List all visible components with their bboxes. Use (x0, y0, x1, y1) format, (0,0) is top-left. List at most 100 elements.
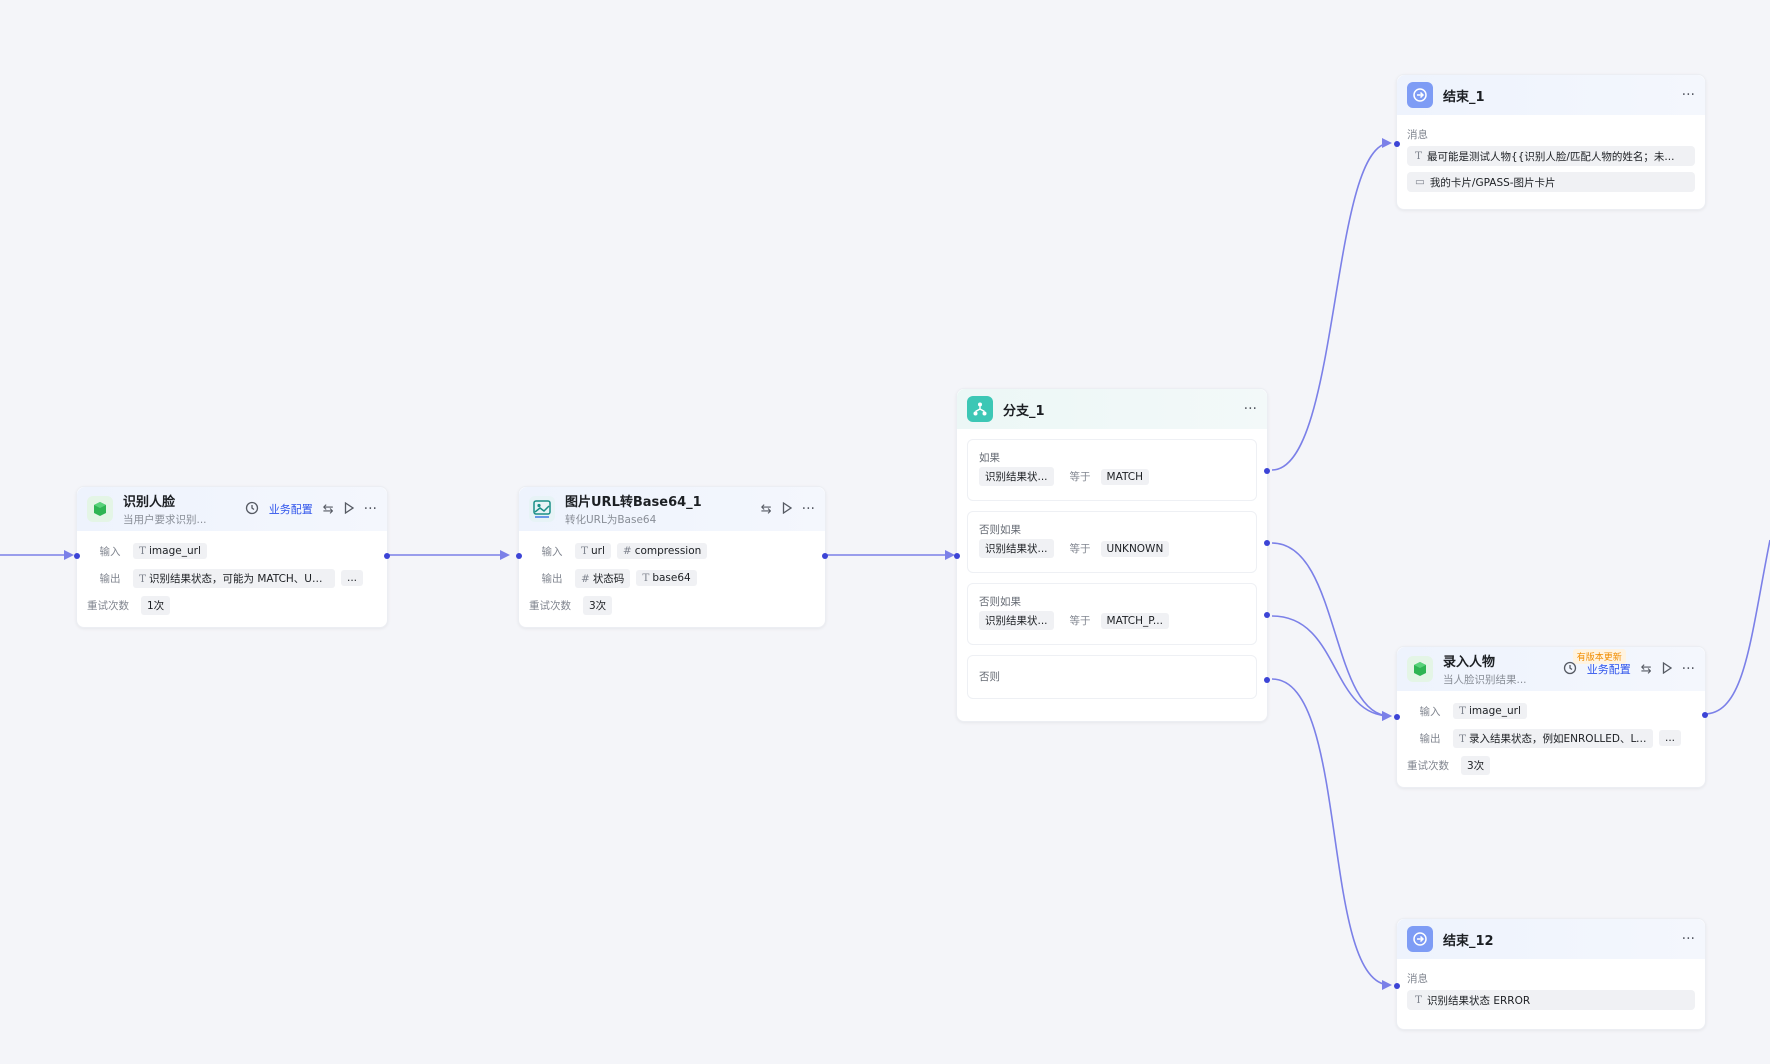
play-icon[interactable] (344, 501, 354, 517)
play-icon[interactable] (782, 501, 792, 517)
condition-label: 否则如果 (979, 596, 1021, 608)
node-header: 图片URL转Base64_1 转化URL为Base64 ⇆ ··· (519, 487, 825, 531)
more-icon[interactable]: ··· (1682, 87, 1695, 103)
input-port[interactable] (1394, 983, 1400, 989)
message-item: ▭ 我的卡片/GPASS-图片卡片 (1407, 172, 1695, 192)
plugin-icon (1407, 656, 1433, 682)
input-tag: Timage_url (1453, 703, 1527, 719)
exit-icon (1407, 926, 1433, 952)
branch-condition-elseif-2[interactable]: 否则如果 识别结果状... 等于 MATCH_P... (967, 583, 1257, 645)
node-title: 分支_1 (1003, 403, 1045, 419)
more-icon[interactable]: ··· (1682, 661, 1695, 677)
node-enroll[interactable]: 录入人物 当人脸识别结果... 有版本更新 业务配置 ⇆ ··· 输入 Tima… (1394, 646, 1708, 788)
edge-elif1-to-enroll (1271, 542, 1392, 721)
more-icon[interactable]: ··· (802, 501, 815, 517)
switch-icon[interactable]: ⇆ (323, 503, 334, 516)
node-title: 录入人物 (1443, 655, 1496, 670)
condition-operator: 等于 (1069, 615, 1091, 627)
output-tag: # 状态码 (575, 568, 631, 588)
plugin-icon (87, 496, 113, 522)
retry-value: 3次 (583, 595, 613, 615)
condition-operator: 等于 (1069, 471, 1091, 483)
output-label: 输出 (1419, 732, 1441, 745)
input-port[interactable] (516, 553, 522, 559)
node-url-to-base64[interactable]: 图片URL转Base64_1 转化URL为Base64 ⇆ ··· 输入 Tur… (516, 486, 828, 628)
node-header: 结束_1 ··· (1397, 75, 1705, 115)
retry-label: 重试次数 (1407, 759, 1449, 772)
output-port-elseif-2[interactable] (1264, 612, 1270, 618)
text-type-icon: T (1415, 150, 1423, 162)
condition-value: MATCH_P... (1100, 612, 1169, 629)
branch-condition-if[interactable]: 如果 识别结果状... 等于 MATCH (967, 439, 1257, 501)
edge-else-to-end12 (1271, 678, 1392, 990)
message-item: T 识别结果状态 ERROR (1407, 990, 1695, 1010)
input-label: 输入 (99, 545, 121, 558)
output-more-tag[interactable]: ... (341, 570, 364, 586)
more-icon[interactable]: ··· (1244, 401, 1257, 417)
branch-condition-else[interactable]: 否则 (967, 655, 1257, 699)
condition-value: MATCH (1100, 468, 1149, 485)
business-config-link[interactable]: 业务配置 (269, 501, 313, 517)
condition-label: 否则如果 (979, 524, 1021, 536)
workflow-canvas[interactable]: 识别人脸 当用户要求识别... 业务配置 ⇆ ··· 输入 Timage_url… (0, 0, 1770, 1064)
output-tag: Tbase64 (636, 570, 697, 586)
history-icon[interactable] (245, 501, 259, 518)
text-type-icon: T (581, 545, 589, 557)
output-port-if[interactable] (1264, 468, 1270, 474)
node-header: 结束_12 ··· (1397, 919, 1705, 959)
condition-field: 识别结果状... (979, 539, 1054, 558)
input-port[interactable] (1394, 714, 1400, 720)
text-type-icon: T (1415, 994, 1423, 1006)
output-port[interactable] (384, 553, 390, 559)
node-branch[interactable]: 分支_1 ··· 如果 识别结果状... 等于 MATCH 否则如果 识别结果状… (954, 388, 1270, 722)
node-face-recognize[interactable]: 识别人脸 当用户要求识别... 业务配置 ⇆ ··· 输入 Timage_url… (74, 486, 390, 628)
node-subtitle: 当人脸识别结果... (1443, 674, 1527, 686)
text-type-icon: T (1459, 705, 1467, 717)
output-port[interactable] (1702, 712, 1708, 718)
input-port[interactable] (74, 553, 80, 559)
edge-elif2-to-enroll (1271, 615, 1392, 721)
text-type-icon: T (1459, 732, 1467, 745)
output-port[interactable] (822, 553, 828, 559)
input-tag: Turl (575, 543, 611, 559)
message-label: 消息 (1407, 129, 1428, 141)
input-port[interactable] (954, 553, 960, 559)
output-label: 输出 (99, 572, 121, 585)
image-convert-icon (529, 496, 555, 522)
version-update-badge[interactable]: 有版本更新 (1572, 648, 1626, 664)
exit-icon (1407, 82, 1433, 108)
input-tag: # compression (616, 543, 708, 559)
number-type-icon: # (622, 545, 632, 557)
node-end-1[interactable]: 结束_1 ··· 消息 T 最可能是测试人物{{识别人脸/匹配人物的姓名；未...… (1394, 74, 1706, 210)
node-title: 结束_12 (1443, 933, 1494, 949)
output-tag: T识别结果状态，可能为 MATCH、UNKNOWN (133, 568, 335, 588)
condition-field: 识别结果状... (979, 611, 1054, 630)
input-tag: Timage_url (133, 543, 207, 559)
switch-icon[interactable]: ⇆ (761, 503, 772, 516)
output-port-else[interactable] (1264, 677, 1270, 683)
play-icon[interactable] (1662, 661, 1672, 677)
output-tag: T 录入结果状态，例如ENROLLED、LOW (1453, 728, 1653, 748)
output-more-tag[interactable]: ... (1659, 730, 1682, 746)
more-icon[interactable]: ··· (1682, 931, 1695, 947)
output-label: 输出 (541, 572, 563, 585)
switch-icon[interactable]: ⇆ (1641, 663, 1652, 676)
retry-value: 3次 (1461, 755, 1491, 775)
condition-operator: 等于 (1069, 543, 1091, 555)
node-title: 识别人脸 (123, 495, 176, 510)
text-type-icon: T (139, 572, 147, 585)
more-icon[interactable]: ··· (364, 501, 377, 517)
card-icon: ▭ (1415, 176, 1425, 188)
input-label: 输入 (541, 545, 563, 558)
node-header: 录入人物 当人脸识别结果... 有版本更新 业务配置 ⇆ ··· (1397, 647, 1705, 691)
node-end-12[interactable]: 结束_12 ··· 消息 T 识别结果状态 ERROR (1394, 918, 1706, 1030)
node-header: 识别人脸 当用户要求识别... 业务配置 ⇆ ··· (77, 487, 387, 531)
output-port-elseif-1[interactable] (1264, 540, 1270, 546)
edge-enroll-out (1703, 539, 1770, 715)
input-port[interactable] (1394, 141, 1400, 147)
edge-if-to-end1 (1271, 138, 1392, 471)
message-item: T 最可能是测试人物{{识别人脸/匹配人物的姓名；未... (1407, 146, 1695, 166)
branch-condition-elseif-1[interactable]: 否则如果 识别结果状... 等于 UNKNOWN (967, 511, 1257, 573)
condition-field: 识别结果状... (979, 467, 1054, 486)
node-title: 结束_1 (1443, 89, 1485, 105)
